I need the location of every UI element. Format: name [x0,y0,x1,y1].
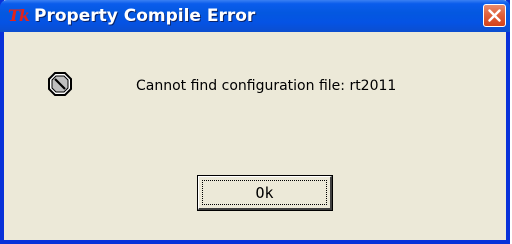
close-button[interactable] [483,4,506,27]
dialog-content: Cannot find configuration file: rt2011 O… [4,32,506,240]
window-title: Property Compile Error [34,6,256,26]
ok-button[interactable]: Ok [198,176,332,210]
ok-button-label: Ok [255,184,274,202]
title-bar[interactable]: Tk Property Compile Error [0,0,510,32]
close-icon [488,9,501,22]
error-stop-icon [48,72,72,96]
dialog-window: Tk Property Compile Error Cannot find co… [0,0,510,244]
tk-logo-icon: Tk [8,6,30,25]
error-message: Cannot find configuration file: rt2011 [136,78,397,94]
